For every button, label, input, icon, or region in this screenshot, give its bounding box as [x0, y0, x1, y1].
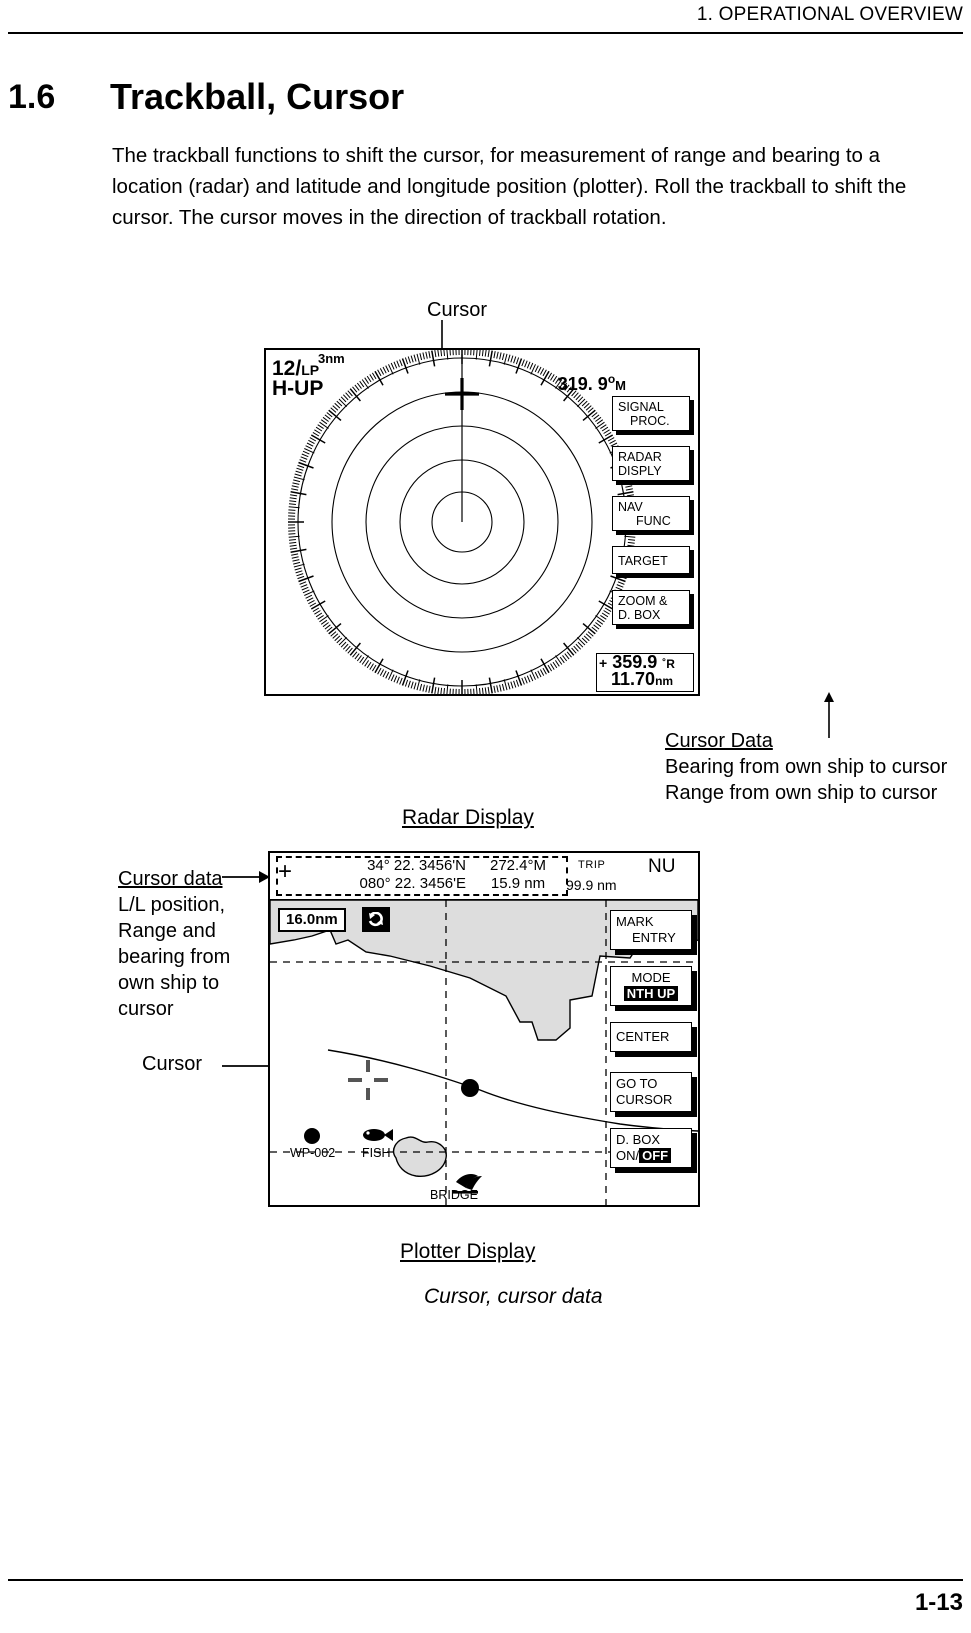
softkey-label-line1: MARK [616, 914, 654, 929]
callout-line-2: Range and [118, 920, 216, 942]
plotter-softkey-mark-entry[interactable]: MARK ENTRY [610, 910, 692, 950]
plotter-softkey-center[interactable]: CENTER [610, 1022, 692, 1052]
cursor-longitude: 080° 22. 3456'E [359, 875, 466, 892]
figure-caption: Cursor, cursor data [424, 1285, 603, 1308]
softkey-label-line1: NAV [618, 500, 643, 514]
softkey-label-line2: CURSOR [616, 1092, 673, 1107]
radar-softkey-zoom-dbox[interactable]: ZOOM & D. BOX [612, 590, 690, 625]
header-divider [8, 32, 963, 34]
softkey-label-line1: TARGET [618, 553, 668, 568]
cursor-range: 15.9 nm [490, 875, 546, 892]
plotter-chart-area[interactable]: 16.0nm MARK ENTRY MODE NTH UP CENTER GO … [270, 900, 698, 1205]
softkey-label-line2: ON/ [616, 1148, 640, 1163]
radar-pulse-length-indicator: 12/LP [272, 357, 320, 380]
cursor-range-readout: 11.70nm [611, 669, 674, 689]
callout-line-1: Bearing from own ship to cursor [665, 756, 948, 778]
softkey-label-line1: RADAR [618, 450, 662, 464]
map-label-fish: FISH [362, 1146, 391, 1160]
softkey-label-line1: CENTER [616, 1029, 670, 1044]
plotter-header-bar: + 34° 22. 3456'N 272.4°M 080° 22. 3456'E 1… [270, 853, 698, 900]
plotter-cursor-callout-label: Cursor [142, 1053, 203, 1075]
radar-display-figure: 12/LP 3nm H-UP 319. 9oM SIGNAL PROC. RAD… [264, 348, 700, 696]
softkey-label-line1: ZOOM & [618, 594, 668, 608]
callout-line-3: bearing from [118, 946, 231, 968]
softkey-value-highlight: OFF [639, 1148, 672, 1163]
softkey-label-line1: GO TO [616, 1076, 658, 1091]
softkey-label-line1: SIGNAL [618, 400, 664, 414]
plotter-cursor-row-2: 080° 22. 3456'E 15.9 nm [308, 875, 570, 892]
softkey-label-line2: ENTRY [632, 930, 676, 945]
plotter-display-figure: + 34° 22. 3456'N 272.4°M 080° 22. 3456'E 1… [268, 851, 700, 1207]
radar-cursor-data-readout: + 359.9 ˚R 11.70nm [596, 653, 694, 692]
cursor-marker-symbol: + [278, 858, 293, 885]
rotate-icon[interactable] [362, 907, 390, 932]
callout-heading: Cursor Data [665, 730, 773, 752]
callout-heading: Cursor data [118, 868, 223, 890]
fish-symbol [363, 1129, 393, 1141]
page-title: Trackball, Cursor [110, 76, 405, 117]
radar-cursor-data-callout: Cursor Data Bearing from own ship to cur… [665, 728, 947, 806]
plotter-orientation-indicator: NU [648, 856, 676, 877]
radar-softkey-nav-func[interactable]: NAV FUNC [612, 496, 690, 531]
intro-paragraph: The trackball functions to shift the cur… [112, 144, 907, 229]
softkey-label-line1: MODE [631, 970, 671, 985]
softkey-value-highlight: NTH UP [623, 986, 679, 1001]
plotter-softkey-go-to-cursor[interactable]: GO TO CURSOR [610, 1072, 692, 1112]
softkey-label-line1: D. BOX [616, 1132, 661, 1147]
softkey-label-line2: DISPLY [618, 464, 662, 478]
plotter-softkey-d-box-on-off[interactable]: D. BOX ON/OFF [610, 1128, 692, 1168]
section-number: 1.6 [8, 78, 56, 116]
radar-range-scale-indicator: 3nm [318, 351, 345, 366]
running-head: 1. OPERATIONAL OVERVIEW [696, 4, 963, 25]
radar-softkey-target[interactable]: TARGET [612, 546, 690, 574]
callout-line-1: L/L position, [118, 894, 226, 916]
radar-orientation-indicator: H-UP [272, 377, 324, 400]
softkey-label-line2: D. BOX [618, 608, 661, 622]
plotter-cursor-data-leader-line [222, 871, 270, 883]
footer-divider [8, 1579, 963, 1581]
plotter-cursor-data-callout: Cursor data L/L position, Range and bear… [118, 866, 230, 1022]
softkey-label-line2: FUNC [636, 514, 671, 528]
radar-softkey-radar-disply[interactable]: RADAR DISPLY [612, 446, 690, 481]
trip-value: 99.9 nm [566, 877, 617, 893]
callout-line-2: Range from own ship to cursor [665, 782, 938, 804]
map-label-bridge: BRIDGE [430, 1188, 478, 1202]
radar-heading-readout: 319. 9oM [557, 372, 626, 394]
plotter-range-scale-indicator: 16.0nm [278, 908, 346, 932]
callout-line-5: cursor [118, 998, 174, 1020]
caption-plotter-display: Plotter Display [400, 1240, 536, 1263]
page-number: 1-13 [914, 1589, 963, 1616]
cursor-bearing: 272.4°M [489, 857, 547, 874]
map-label-waypoint: WP-002 [290, 1146, 336, 1160]
callout-line-4: own ship to [118, 972, 220, 994]
softkey-label-line2: PROC. [630, 414, 670, 428]
caption-radar-display: Radar Display [402, 806, 534, 829]
trip-label: TRIP [578, 859, 606, 871]
cursor-latitude: 34° 22. 3456'N [367, 857, 466, 874]
plotter-softkey-mode[interactable]: MODE NTH UP [610, 966, 692, 1006]
radar-softkey-signal-proc[interactable]: SIGNAL PROC. [612, 396, 690, 431]
plotter-cursor-row-1: 34° 22. 3456'N 272.4°M [308, 857, 570, 874]
